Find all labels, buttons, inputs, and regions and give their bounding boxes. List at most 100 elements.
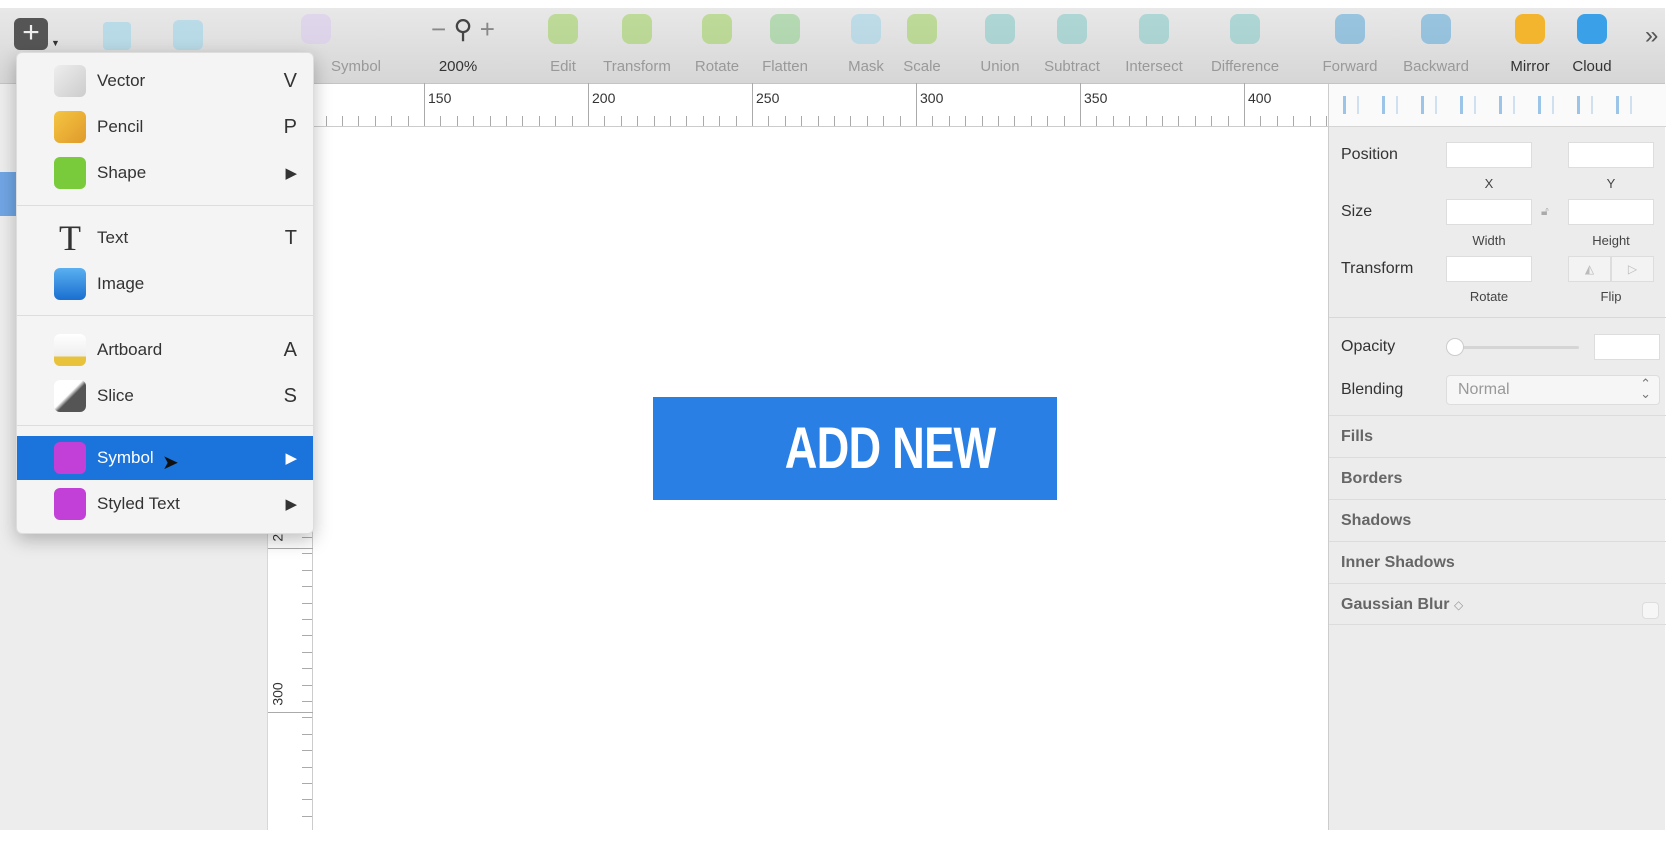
ruler-tick (302, 668, 312, 670)
menu-item-pencil[interactable]: Pencil P (17, 105, 313, 149)
menu-item-styled-text[interactable]: Styled Text ▶ (17, 482, 313, 526)
ruler-tick (302, 651, 312, 653)
align-center-icon[interactable] (1460, 96, 1476, 114)
ruler-tick (1112, 116, 1114, 126)
flip-vertical-button[interactable]: ▷ (1611, 256, 1654, 282)
horizontal-ruler[interactable]: 150 200 250 300 350 400 (260, 83, 1328, 127)
ruler-tick (1309, 116, 1311, 126)
lock-icon[interactable]: 🔓︎ (1541, 204, 1549, 219)
opacity-input[interactable] (1594, 334, 1660, 360)
flip-horizontal-button[interactable]: ◭ (1568, 256, 1611, 282)
shadows-section[interactable]: Shadows (1329, 499, 1666, 541)
ruler-tick (899, 116, 901, 126)
ruler-tick (670, 116, 671, 126)
align-middle-icon[interactable] (1577, 96, 1593, 114)
toolbar-backward-button[interactable]: Backward (1396, 14, 1476, 75)
toolbar-difference-button[interactable]: Difference (1205, 14, 1285, 75)
gaussian-blur-section[interactable]: Gaussian Blur ◇ (1329, 583, 1666, 625)
menu-item-label: Vector (97, 71, 146, 90)
ruler-tick (489, 116, 491, 126)
chevron-updown-icon: ⌃ ⌄ (1640, 376, 1651, 401)
toolbar-union-button[interactable]: Union (960, 14, 1040, 75)
chevron-updown-icon[interactable]: ◇ (1454, 598, 1463, 612)
ruler-tick (440, 116, 442, 126)
zoom-out-button[interactable]: − (431, 14, 446, 44)
ruler-tick (268, 712, 313, 713)
distribute-vertical-icon[interactable] (1382, 96, 1398, 114)
zoom-icon: − ⚲ + (418, 14, 508, 44)
toolbar-subtract-button[interactable]: Subtract (1032, 14, 1112, 75)
ruler-tick (1326, 116, 1327, 126)
ruler-tick (374, 116, 376, 126)
selected-layer-row[interactable] (0, 172, 16, 216)
forward-icon (1335, 14, 1365, 44)
menu-item-image[interactable]: Image (17, 262, 313, 306)
toolbar-label: Transform (603, 58, 671, 75)
align-right-icon[interactable] (1499, 96, 1515, 114)
ruler-label: 400 (1248, 90, 1272, 106)
ruler-tick (801, 116, 803, 126)
toolbar-transform-button[interactable]: Transform (597, 14, 677, 75)
ruler-tick (302, 619, 312, 620)
shortcut-label: T (284, 226, 297, 249)
position-y-input[interactable] (1568, 142, 1654, 168)
ruler-tick (456, 116, 458, 126)
inner-shadows-section[interactable]: Inner Shadows (1329, 541, 1666, 583)
opacity-slider[interactable] (1454, 346, 1579, 349)
opacity-slider-thumb[interactable] (1446, 338, 1464, 356)
menu-separator (17, 425, 313, 426)
menu-separator (17, 205, 313, 206)
ruler-tick (637, 116, 639, 126)
position-x-input[interactable] (1446, 142, 1532, 168)
rotate-input[interactable] (1446, 256, 1532, 282)
toolbar-flatten-button[interactable]: Flatten (745, 14, 825, 75)
add-new-button-artwork[interactable]: ADD NEW (653, 397, 1057, 500)
plus-icon: + (22, 16, 40, 49)
zoom-control[interactable]: − ⚲ +200% (418, 14, 498, 75)
ruler-tick (1030, 116, 1032, 126)
ruler-label: 200 (592, 90, 616, 106)
align-left-icon[interactable] (1421, 96, 1437, 114)
toolbar-cloud-button[interactable]: Cloud (1552, 14, 1632, 75)
ruler-tick (866, 116, 868, 126)
toolbar-edit-button[interactable]: Edit (523, 14, 603, 75)
insert-button[interactable]: + (14, 18, 48, 50)
toolbar-intersect-button[interactable]: Intersect (1114, 14, 1194, 75)
magnifier-icon: ⚲ (453, 14, 473, 44)
distribute-horizontal-icon[interactable] (1343, 96, 1359, 114)
ruler-tick (358, 116, 360, 126)
gaussian-blur-checkbox[interactable] (1642, 602, 1659, 619)
align-bottom-icon[interactable] (1616, 96, 1632, 114)
width-input[interactable] (1446, 199, 1532, 225)
toolbar-label: Difference (1210, 58, 1280, 75)
subtract-icon (1057, 14, 1087, 44)
toolbar-scale-button[interactable]: Scale (882, 14, 962, 75)
menu-item-vector[interactable]: Vector V (17, 59, 313, 103)
symbol-icon (54, 442, 86, 474)
align-top-icon[interactable] (1538, 96, 1554, 114)
ruler-tick (571, 116, 573, 126)
shortcut-label: A (283, 338, 297, 361)
menu-item-shape[interactable]: Shape ▶ (17, 151, 313, 195)
blending-select[interactable]: Normal ⌃ ⌄ (1446, 375, 1660, 405)
submenu-arrow-icon: ▶ (285, 165, 297, 182)
ruler-tick (850, 116, 852, 126)
ruler-tick (1260, 116, 1262, 126)
ruler-tick (948, 116, 950, 126)
opacity-label: Opacity (1341, 338, 1396, 355)
height-input[interactable] (1568, 199, 1654, 225)
borders-section[interactable]: Borders (1329, 457, 1666, 499)
zoom-in-button[interactable]: + (480, 14, 495, 44)
toolbar-forward-button[interactable]: Forward (1310, 14, 1390, 75)
mask-icon (851, 14, 881, 44)
fills-section[interactable]: Fills (1329, 415, 1666, 457)
menu-item-text[interactable]: T Text T (17, 216, 313, 260)
menu-item-slice[interactable]: Slice S (17, 374, 313, 418)
overflow-chevron-icon[interactable]: » (1645, 22, 1658, 50)
menu-item-artboard[interactable]: Artboard A (17, 328, 313, 372)
group-icon[interactable] (103, 22, 131, 50)
ungroup-icon[interactable] (173, 20, 203, 50)
ruler-tick (965, 116, 967, 126)
ruler-tick (302, 635, 312, 637)
menu-item-label: Text (97, 228, 129, 247)
